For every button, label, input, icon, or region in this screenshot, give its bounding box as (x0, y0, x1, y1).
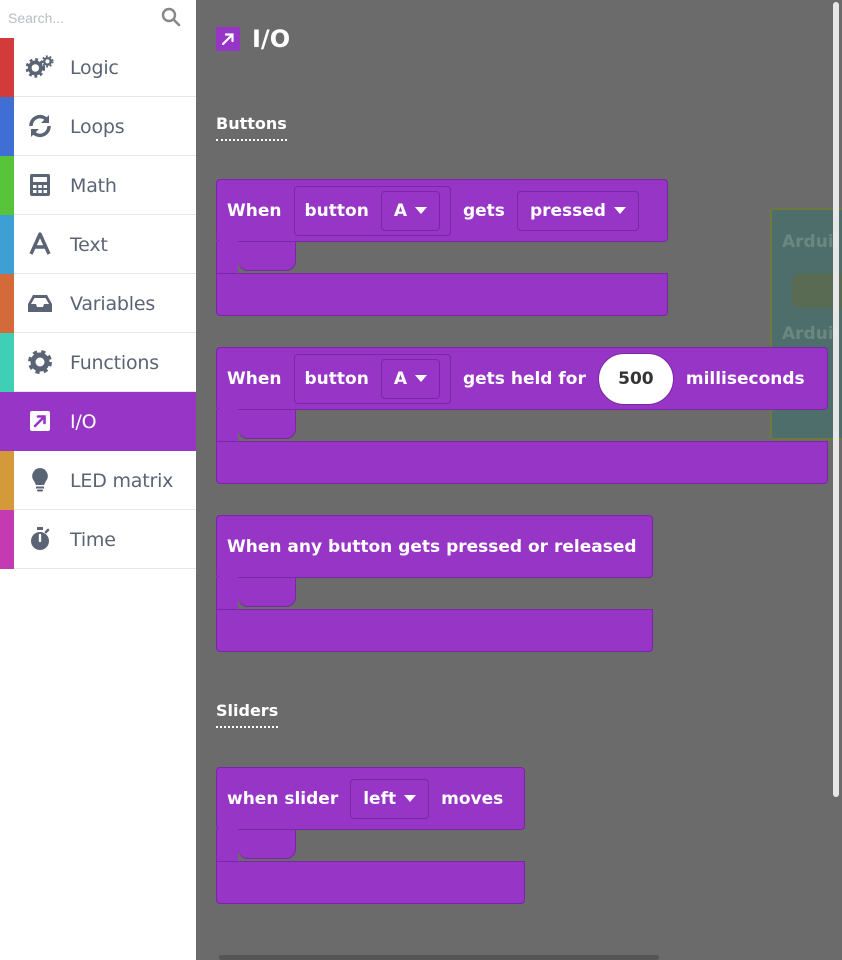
statement-notch (238, 409, 296, 439)
caret-down-icon (414, 375, 427, 382)
slider-dropdown[interactable]: left (350, 778, 430, 819)
ghost-block-label: Ardui (782, 324, 834, 344)
search-icon[interactable] (160, 6, 182, 28)
block-button-held[interactable]: When button A gets held for 500 millisec… (216, 347, 828, 484)
block-text: moves (441, 788, 504, 809)
block-arm (216, 241, 238, 275)
vertical-scrollbar[interactable] (833, 2, 839, 797)
block-arm (216, 829, 238, 863)
block-text: milliseconds (685, 368, 805, 389)
category-label: I/O (70, 411, 97, 433)
statement-notch (238, 241, 296, 271)
category-io[interactable]: I/O (0, 392, 196, 451)
duration-input[interactable]: 500 (597, 352, 674, 405)
block-button-pressed[interactable]: When button A gets pressed (216, 179, 668, 316)
category-label: Math (70, 175, 117, 197)
block-text: button (304, 200, 369, 221)
section-label-sliders: Sliders (216, 701, 279, 728)
caret-down-icon (613, 207, 626, 214)
button-dropdown[interactable]: A (380, 190, 440, 231)
block-footer (216, 609, 653, 652)
statement-notch (238, 577, 296, 607)
category-color-strip (0, 333, 14, 392)
flyout-heading: I/O (216, 24, 290, 54)
category-functions[interactable]: Functions (0, 333, 196, 392)
gear-icon (26, 348, 54, 376)
refresh-icon (26, 112, 54, 140)
block-header: When any button gets pressed or released (216, 515, 653, 578)
caret-down-icon (404, 795, 417, 802)
block-any-button[interactable]: When any button gets pressed or released (216, 515, 653, 652)
search-input[interactable] (8, 6, 158, 30)
category-label: Loops (70, 116, 125, 138)
block-header: When button A gets held for 500 millisec… (216, 347, 828, 410)
block-arm (216, 409, 238, 443)
block-flyout[interactable]: Ardui Ardui I/O Buttons When button A ge… (196, 0, 842, 960)
block-slider-moves[interactable]: when slider left moves (216, 767, 525, 904)
section-label-buttons: Buttons (216, 114, 287, 141)
category-label: LED matrix (70, 470, 174, 492)
block-arm (216, 577, 238, 611)
block-footer (216, 441, 828, 484)
category-label: Time (70, 529, 116, 551)
arrow-up-right-icon (216, 27, 240, 51)
block-footer (216, 861, 525, 904)
category-color-strip (0, 97, 14, 156)
horizontal-scrollbar[interactable] (219, 955, 659, 960)
dropdown-value: A (393, 368, 407, 389)
block-text: gets held for (462, 368, 586, 389)
block-header: When button A gets pressed (216, 179, 668, 242)
block-text: When (227, 200, 282, 221)
dropdown-value: pressed (529, 200, 606, 221)
statement-notch (238, 829, 296, 859)
flyout-title: I/O (252, 25, 291, 53)
category-time[interactable]: Time (0, 510, 196, 569)
category-label: Logic (70, 57, 119, 79)
block-header: when slider left moves (216, 767, 525, 830)
block-text: When any button gets pressed or released (227, 536, 637, 557)
stopwatch-icon (26, 525, 54, 553)
category-color-strip (0, 38, 14, 97)
block-text: gets (462, 200, 505, 221)
ghost-block-label: Ardui (782, 232, 834, 252)
category-color-strip (0, 156, 14, 215)
category-math[interactable]: Math (0, 156, 196, 215)
button-field: button A (293, 353, 451, 404)
dropdown-value: left (363, 788, 397, 809)
letter-a-icon (26, 230, 54, 258)
gears-icon (26, 53, 54, 81)
category-led-matrix[interactable]: LED matrix (0, 451, 196, 510)
block-text: When (227, 368, 282, 389)
block-text: when slider (227, 788, 339, 809)
lightbulb-icon (26, 466, 54, 494)
button-field: button A (293, 185, 451, 236)
category-label: Variables (70, 293, 156, 315)
category-label: Text (70, 234, 108, 256)
block-footer (216, 273, 668, 316)
inbox-icon (26, 289, 54, 317)
block-text: button (304, 368, 369, 389)
category-color-strip (0, 510, 14, 569)
calculator-icon (26, 171, 54, 199)
search-row (0, 0, 196, 38)
category-color-strip (0, 451, 14, 510)
category-color-strip (0, 274, 14, 333)
category-label: Functions (70, 352, 159, 374)
category-logic[interactable]: Logic (0, 38, 196, 97)
category-text[interactable]: Text (0, 215, 196, 274)
button-dropdown[interactable]: A (380, 358, 440, 399)
category-sidebar: Logic Loops Math (0, 0, 196, 960)
action-dropdown[interactable]: pressed (516, 190, 639, 231)
category-variables[interactable]: Variables (0, 274, 196, 333)
caret-down-icon (414, 207, 427, 214)
dropdown-value: A (393, 200, 407, 221)
arrow-up-right-icon (26, 407, 54, 435)
category-color-strip (0, 215, 14, 274)
category-color-strip (0, 392, 14, 451)
category-loops[interactable]: Loops (0, 97, 196, 156)
